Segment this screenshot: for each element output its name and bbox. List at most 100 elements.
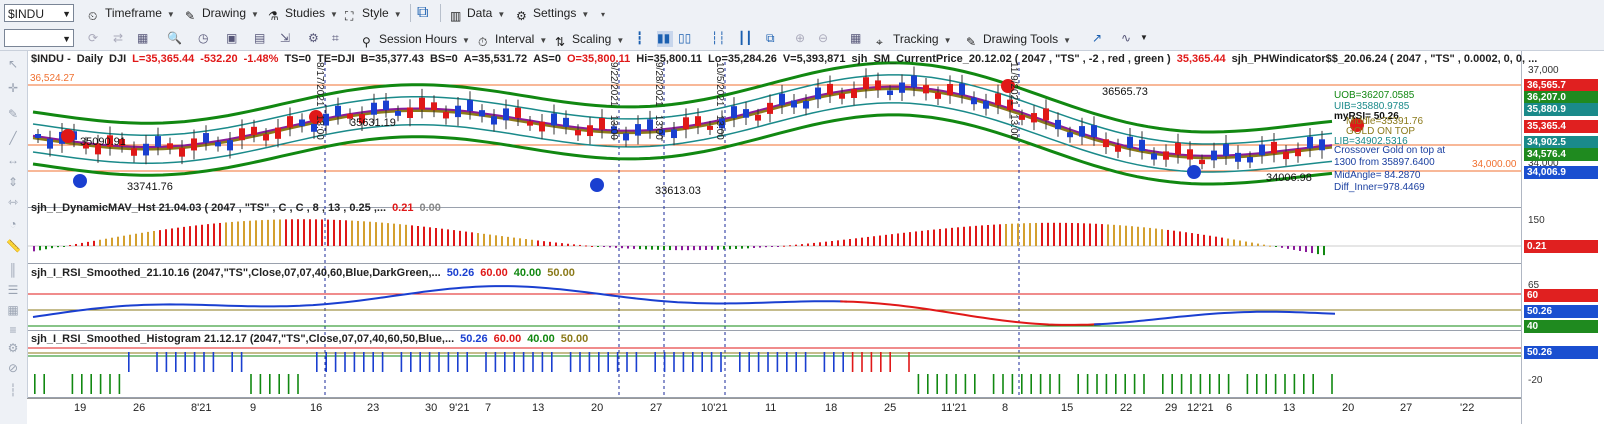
chart-graphics [28, 61, 1521, 398]
hist-bar [297, 374, 299, 394]
mav-bar [519, 238, 521, 246]
hist-bar [1049, 374, 1051, 394]
mav-bar [735, 246, 737, 249]
candle-body [887, 90, 893, 95]
hist-bar [682, 352, 685, 372]
mav-bar [1209, 235, 1211, 246]
candle-body [851, 88, 857, 98]
mav-bar [1233, 239, 1235, 246]
candle-body [275, 127, 281, 139]
hist-bar [156, 352, 158, 372]
hist-bar [607, 352, 609, 372]
hist-bar [325, 352, 327, 372]
hist-bar [1105, 374, 1108, 394]
hist-bar [1303, 374, 1305, 394]
x-tick-label: 11 [765, 402, 777, 414]
hist-bar [927, 374, 929, 394]
hist-bar [1030, 374, 1032, 394]
main-title: $INDU - Daily DJI L=35,365.44 -532.20 -1.48% T… [31, 53, 1538, 65]
candle-body [755, 114, 761, 121]
mav-bar [435, 227, 437, 246]
mav-bar [771, 246, 773, 247]
mav-bar [867, 236, 869, 246]
x-tick-label: 12'21 [1187, 402, 1214, 414]
candle-body [563, 117, 569, 127]
mav-bar [213, 223, 215, 246]
mav-bar [81, 242, 83, 246]
mav-bar [153, 230, 155, 246]
hist-bar [532, 352, 534, 372]
mav-bar [525, 239, 527, 246]
x-tick-label: 20 [591, 402, 604, 414]
candle-body [1103, 139, 1109, 148]
hist-bar [419, 352, 421, 372]
mav-bar [675, 246, 677, 251]
hist-bar [438, 352, 440, 372]
mav-bar [75, 243, 77, 246]
mav-bar [1305, 246, 1307, 253]
candle-body [683, 117, 689, 130]
mav-bar [123, 235, 125, 246]
candle-body [791, 100, 797, 108]
mav-bar [819, 242, 821, 246]
mav-bar [249, 220, 251, 246]
vline-label: 11/9/2021 13:00 [1008, 62, 1019, 140]
hist-bar [1256, 374, 1258, 394]
hist-bar [1199, 374, 1202, 394]
candle-body [551, 113, 557, 126]
candle-body [707, 125, 713, 130]
candle-body [335, 105, 341, 117]
mav-bar [447, 229, 449, 246]
rsi-tag: 40 [1524, 320, 1598, 333]
mav-bar [1047, 222, 1049, 246]
price-label: 35090.91 [80, 136, 126, 148]
signal-dot [61, 129, 75, 143]
hist-bar [945, 374, 948, 394]
mav-bar [777, 246, 779, 247]
mav-bar [429, 227, 431, 246]
candle-body [1295, 149, 1301, 157]
price-label: 34006.98 [1266, 172, 1312, 184]
candle-body [1139, 139, 1145, 151]
candle-body [599, 118, 605, 130]
mav-bar [789, 245, 791, 247]
hist-bar [588, 352, 591, 372]
mav-bar [579, 244, 581, 246]
hist-bar [344, 352, 346, 372]
mav-bar [813, 242, 815, 246]
rsi-hist-title: sjh_I_RSI_Smoothed_Histogram 21.12.17 (2… [31, 333, 589, 345]
mav-bar [1179, 231, 1181, 246]
hist-bar [250, 374, 252, 394]
mav-bar [711, 246, 713, 250]
candle-body [731, 106, 737, 119]
price-tag: 35,880.9 [1524, 103, 1598, 116]
candle-body [479, 110, 485, 117]
candle-body [1307, 136, 1313, 149]
mav-bar [1041, 222, 1043, 246]
mav-bar [759, 246, 761, 248]
mav-bar [1173, 230, 1175, 246]
mav-bar [1215, 236, 1217, 246]
mav-bar [879, 235, 881, 246]
mav-bar [1059, 222, 1061, 246]
hist-bar [259, 374, 262, 394]
candle-body [1271, 141, 1277, 154]
mav-bar [945, 228, 947, 246]
mav-bar [459, 230, 461, 246]
mav-bar [1191, 233, 1193, 246]
mav-bar [1155, 228, 1157, 246]
candle-body [503, 108, 509, 121]
mav-bar [507, 236, 509, 246]
candle-body [431, 102, 437, 111]
candle-body [263, 134, 269, 141]
hist-bar [410, 352, 412, 372]
hist-bar [316, 352, 318, 372]
candle-body [1235, 152, 1241, 162]
mav-bar [597, 246, 599, 247]
hist-bar [767, 352, 769, 372]
candle-body [1115, 145, 1121, 152]
mav-bar [201, 224, 203, 246]
mav-bar [591, 245, 593, 247]
hist-bar [635, 352, 638, 372]
mav-bar [741, 246, 743, 249]
